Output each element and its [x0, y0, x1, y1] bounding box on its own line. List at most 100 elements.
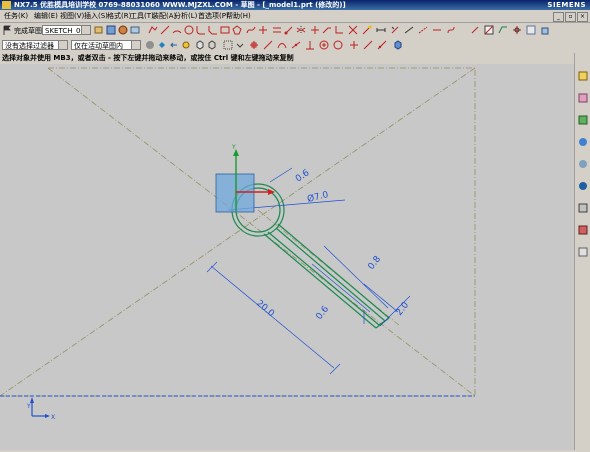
extend-icon[interactable] — [322, 25, 332, 35]
project-curve-icon[interactable] — [498, 25, 508, 35]
select-all-icon[interactable] — [181, 40, 191, 50]
solid-body-icon[interactable] — [393, 40, 403, 50]
point-icon[interactable] — [258, 25, 268, 35]
general-selection-icon[interactable] — [145, 40, 155, 50]
slot-inner-edge — [275, 227, 386, 322]
snap-intersection-icon[interactable] — [349, 40, 359, 50]
offset-curve-icon[interactable] — [272, 25, 282, 35]
menu-item-preferences[interactable]: 首选项(P) — [198, 11, 229, 21]
orient-view-icon[interactable] — [94, 25, 104, 35]
alternate-solution-icon[interactable] — [432, 25, 442, 35]
menu-item-assembly[interactable]: 装配(A) — [152, 11, 176, 21]
length-dim[interactable]: 20.0 — [254, 299, 276, 320]
snap-curve-icon[interactable] — [277, 40, 287, 50]
snap-line-icon[interactable] — [263, 40, 273, 50]
profile-icon[interactable] — [148, 25, 158, 35]
snap-endpoint-icon[interactable] — [249, 40, 259, 50]
delay-evaluation-icon[interactable] — [130, 25, 140, 35]
wireframe-icon[interactable] — [207, 40, 217, 50]
selection-filter-value: 没有选择过滤器 — [5, 42, 54, 50]
pattern-curve-icon[interactable] — [284, 25, 294, 35]
menu-item-format[interactable]: 格式(R) — [107, 11, 131, 21]
fillet-icon[interactable] — [196, 25, 206, 35]
cube-view-icon[interactable] — [195, 40, 205, 50]
rectangle-select-icon[interactable] — [223, 40, 233, 50]
triad-x-label: X — [51, 414, 55, 421]
history-icon[interactable] — [578, 203, 588, 213]
snap-existing-point-icon[interactable] — [377, 40, 387, 50]
selection-priority-icon[interactable] — [157, 40, 167, 50]
assembly-navigator-icon[interactable] — [578, 71, 588, 81]
arc-icon[interactable] — [172, 25, 182, 35]
menu-item-task[interactable]: 任务(K) — [4, 11, 28, 21]
update-model-icon[interactable] — [118, 25, 128, 35]
menu-item-analysis[interactable]: 分析(L) — [174, 11, 197, 21]
reattach-icon[interactable] — [106, 25, 116, 35]
window-controls: _ ▫ × — [552, 11, 588, 22]
selection-scope-value: 仅在活动草图内 — [74, 42, 123, 50]
reuse-library-icon[interactable] — [578, 137, 588, 147]
csys-plane-box[interactable] — [215, 173, 255, 213]
arrow-left-icon[interactable] — [169, 40, 179, 50]
menu-bar: 任务(K) 编辑(E) 视图(V) 插入(S) 格式(R) 工具(T) 装配(A… — [0, 10, 590, 23]
infer-constraint-icon[interactable] — [446, 25, 456, 35]
snap-midpoint-icon[interactable] — [291, 40, 301, 50]
spline-icon[interactable] — [246, 25, 256, 35]
triad-x-arrow — [45, 414, 50, 418]
quick-trim-icon[interactable] — [348, 25, 358, 35]
snap-tangent-icon[interactable] — [363, 40, 373, 50]
chevron-down-icon[interactable] — [235, 40, 245, 50]
menu-item-insert[interactable]: 插入(S) — [84, 11, 108, 21]
menu-item-tools[interactable]: 工具(T) — [130, 11, 154, 21]
web-browser-icon[interactable] — [578, 181, 588, 191]
dimension-icon[interactable] — [376, 25, 386, 35]
menu-item-help[interactable]: 帮助(H) — [226, 11, 251, 21]
snap-circle-icon[interactable] — [333, 40, 343, 50]
minimize-icon[interactable]: _ — [553, 12, 564, 22]
graphics-window[interactable]: 0.6 Ø7.0 0.8 0.6 2.0 20.0 Y Y X — [0, 64, 574, 450]
selection-toolbar: 没有选择过滤器 仅在活动草图内 — [0, 38, 590, 54]
make-corner-icon[interactable] — [334, 25, 344, 35]
constraint-icon[interactable] — [362, 25, 372, 35]
roles-icon[interactable] — [578, 247, 588, 257]
status-prompt: 选择对象并使用 MB3，或者双击 - 按下左键并拖动来移动，或按住 Ctrl 键… — [2, 54, 294, 62]
convert-reference-icon[interactable] — [418, 25, 428, 35]
selection-scope-select[interactable]: 仅在活动草图内 — [71, 40, 141, 50]
thick-left-dim[interactable]: 0.6 — [314, 304, 331, 322]
line-icon[interactable] — [160, 25, 170, 35]
auto-constrain-icon[interactable] — [390, 25, 400, 35]
siemens-brand: SIEMENS — [547, 1, 586, 9]
selection-filter-select[interactable]: 没有选择过滤器 — [2, 40, 68, 50]
snap-perpendicular-icon[interactable] — [305, 40, 315, 50]
sketch-palette-icon[interactable] — [526, 25, 536, 35]
sketch-settings-icon[interactable] — [512, 25, 522, 35]
sketch-name-select[interactable]: SKETCH_001 — [42, 25, 91, 35]
menu-item-view[interactable]: 视图(V) — [60, 11, 84, 21]
trim-icon[interactable] — [310, 25, 320, 35]
constraint-navigator-icon[interactable] — [578, 93, 588, 103]
sketch-canvas[interactable]: 0.6 Ø7.0 0.8 0.6 2.0 20.0 Y Y X — [0, 64, 574, 450]
end-width-dim[interactable]: 2.0 — [394, 300, 411, 318]
part-navigator-icon[interactable] — [578, 115, 588, 125]
sketch-task-icon[interactable] — [470, 25, 480, 35]
show-constraints-icon[interactable] — [404, 25, 414, 35]
finish-sketch-button[interactable]: 完成草图 — [14, 26, 42, 36]
polygon-icon[interactable] — [232, 25, 242, 35]
finish-sketch-flag-icon[interactable] — [2, 25, 12, 35]
chamfer-icon[interactable] — [208, 25, 218, 35]
circle-dia-dim[interactable]: Ø7.0 — [306, 189, 330, 205]
close-icon[interactable]: × — [577, 12, 588, 22]
thick-right-dim[interactable]: 0.8 — [366, 254, 383, 272]
menu-item-edit[interactable]: 编辑(E) — [34, 11, 58, 21]
circle-icon[interactable] — [184, 25, 194, 35]
window-title: NX7.5 优胜模具培训学校 0769-88031060 WWW.MJZXL.C… — [14, 1, 346, 9]
rectangle-icon[interactable] — [220, 25, 230, 35]
mirror-curve-icon[interactable] — [296, 25, 306, 35]
snap-center-icon[interactable] — [319, 40, 329, 50]
intersect-curve-icon[interactable] — [484, 25, 494, 35]
gap-top-dim[interactable]: 0.6 — [294, 168, 312, 185]
system-materials-icon[interactable] — [578, 225, 588, 235]
hd3d-tools-icon[interactable] — [578, 159, 588, 169]
extrude-icon[interactable] — [540, 25, 550, 35]
restore-icon[interactable]: ▫ — [565, 12, 576, 22]
